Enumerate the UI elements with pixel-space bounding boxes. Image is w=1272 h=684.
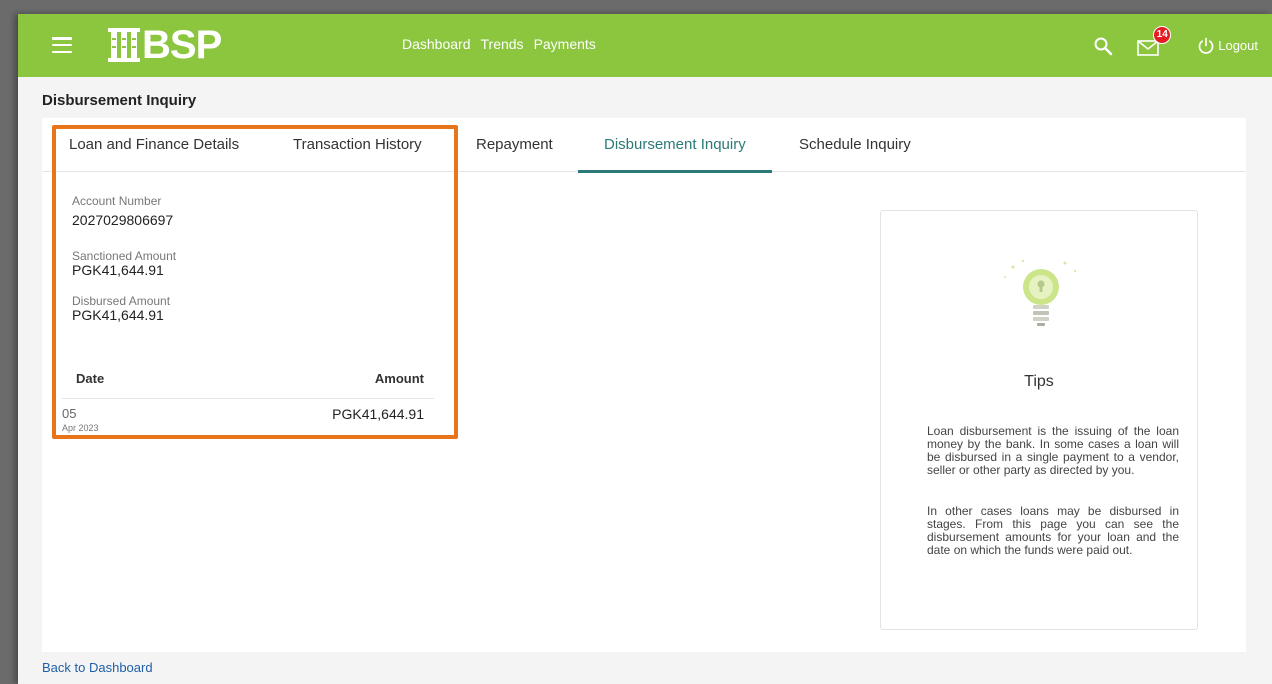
tips-title: Tips (1024, 373, 1054, 390)
power-icon (1198, 37, 1214, 54)
tips-panel: Tips Loan disbursement is the issuing of… (880, 210, 1198, 630)
top-navigation: Dashboard Trends Payments (402, 36, 596, 52)
logout-button[interactable]: Logout (1197, 37, 1258, 55)
notification-badge: 14 (1153, 25, 1172, 44)
highlight-annotation-box (52, 125, 458, 439)
nav-payments[interactable]: Payments (534, 36, 596, 52)
top-header-bar: BSP Dashboard Trends Payments 14 Logout (18, 14, 1272, 77)
browser-window: BSP Dashboard Trends Payments 14 Logout … (18, 14, 1272, 684)
tab-schedule-inquiry[interactable]: Schedule Inquiry (799, 118, 911, 172)
nav-dashboard[interactable]: Dashboard (402, 36, 471, 52)
search-icon[interactable] (1093, 36, 1113, 56)
brand-text: BSP (142, 23, 222, 67)
page-title: Disbursement Inquiry (42, 92, 197, 109)
bsp-logo-mark-icon (108, 28, 140, 62)
tab-repayment[interactable]: Repayment (476, 118, 553, 172)
tips-paragraph-2: In other cases loans may be disbursed in… (927, 504, 1179, 557)
tab-disbursement-inquiry[interactable]: Disbursement Inquiry (578, 118, 772, 173)
nav-trends[interactable]: Trends (481, 36, 524, 52)
hamburger-menu-icon[interactable] (52, 37, 72, 53)
screen-background: BSP Dashboard Trends Payments 14 Logout … (0, 0, 1272, 684)
bsp-logo[interactable]: BSP (108, 23, 222, 67)
back-to-dashboard-link[interactable]: Back to Dashboard (42, 660, 153, 675)
logout-label: Logout (1218, 38, 1258, 53)
tips-paragraph-1: Loan disbursement is the issuing of the … (927, 424, 1179, 477)
messages-button[interactable]: 14 (1137, 25, 1172, 56)
lightbulb-icon (1004, 259, 1077, 326)
header-actions: 14 Logout (1093, 14, 1258, 77)
